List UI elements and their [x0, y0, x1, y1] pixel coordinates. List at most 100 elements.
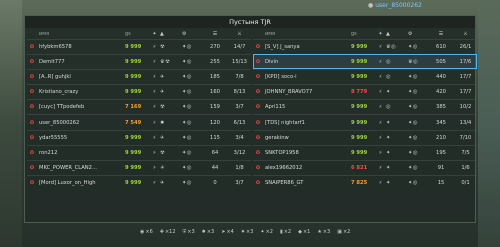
- gear-score: 9 999: [351, 44, 368, 51]
- player-name[interactable]: MKC_POWER_CLAN2...: [37, 165, 125, 171]
- table-row[interactable]: ✪ Kristiano_crazy 9 999 ⚡ ✈ ✦◎ 160 8/13: [27, 84, 251, 99]
- gear-score: 9 999: [351, 104, 368, 111]
- player-name[interactable]: [A..R] guhjkl: [37, 74, 125, 80]
- player-name[interactable]: JOHNNY_BRAVO77: [263, 89, 351, 95]
- gear-score: 9 999: [351, 149, 368, 156]
- right-team-table: имя GS ✦ ▲ ⚙ ☰ ⚔ ✪ [S_V] J_sanya 9 999 ⚡ ♛◎ ✦…: [253, 29, 477, 190]
- weapon-icon: ⚡: [378, 59, 383, 66]
- header-weapon-icon: ✦: [378, 31, 383, 37]
- player-score: 610: [436, 44, 446, 51]
- gear-score: 9 999: [125, 89, 142, 96]
- table-row[interactable]: ✪ SNKTOP1958 9 999 ⚡ ✦ ✦◎ 195 7/5: [253, 144, 477, 160]
- player-score: 64: [211, 149, 219, 156]
- player-name[interactable]: alex19662012: [263, 165, 351, 171]
- weapon-icon: ⚡: [152, 89, 157, 96]
- player-name[interactable]: Divin: [263, 59, 351, 65]
- module-icon: ✦◎: [182, 59, 192, 66]
- player-name[interactable]: [S_V] J_sanya: [263, 44, 351, 50]
- player-name[interactable]: [Mord] Luxor_on_High: [37, 180, 125, 186]
- header-score-icon: ☰: [212, 31, 218, 37]
- player-name[interactable]: user_85000262: [37, 120, 125, 126]
- table-row[interactable]: ✪ MKC_POWER_CLAN2... 9 999 ⚡ ☀ ✦◎ 44 1/8: [27, 159, 251, 175]
- kills-deaths: 7/8: [235, 74, 244, 81]
- gear-score: 6 821: [351, 164, 368, 171]
- table-row[interactable]: ✪ ydar55555 9 999 ⚡ ✈ ✦◎ 115 3/4: [27, 129, 251, 145]
- player-name[interactable]: Demit777: [37, 59, 125, 65]
- equipment-icon: ✈: [160, 134, 165, 141]
- gear-score: 9 999: [351, 134, 368, 141]
- table-row[interactable]: ✪ [A..R] guhjkl 9 999 ⚡ ✈ ✦◎ 185 7/8: [27, 69, 251, 84]
- equipment-icon: ◎: [386, 59, 392, 66]
- table-row[interactable]: ✪ [TDS] nightarf1 9 999 ⚡ ✦ ✦◎ 345 13/4: [253, 114, 477, 129]
- player-name[interactable]: SNAIPER86_GT: [263, 180, 351, 186]
- header-gs: GS: [351, 31, 357, 37]
- header-kd-icon: ⚔: [463, 31, 468, 37]
- player-name[interactable]: Apri115: [263, 104, 351, 110]
- equipment-icon: ☢: [160, 104, 166, 111]
- rank-star-icon: ✪: [255, 164, 261, 171]
- table-row[interactable]: ✪ [S_V] J_sanya 9 999 ⚡ ♛◎ ✦◎ 610 26/1: [253, 39, 477, 54]
- kills-deaths: 17/7: [459, 89, 472, 96]
- player-score: 385: [436, 104, 446, 111]
- player-name[interactable]: ron212: [37, 150, 125, 156]
- module-icon: ✦◎: [182, 134, 192, 141]
- table-row[interactable]: ✪ [KPD] soco-i 9 999 ⚡ ◎ ✦◎ 440 17/7: [253, 69, 477, 84]
- weapon-icon: ⚡: [152, 119, 157, 126]
- module-icon: ✦◎: [408, 149, 418, 156]
- kills-deaths: 3/4: [235, 134, 244, 141]
- bottom-stat-value: ×3: [246, 229, 254, 235]
- player-icon: ●: [368, 2, 374, 9]
- table-row[interactable]: ✪ alex19662012 6 821 ⚡ ✦ ✦◎ 91 1/6: [253, 159, 477, 175]
- player-score: 91: [437, 164, 445, 171]
- bottom-stat: ➤×4: [221, 229, 234, 235]
- player-name[interactable]: Kristiano_crazy: [37, 89, 125, 95]
- table-row[interactable]: ✪ user_85000262 7 549 ⚡ ✸ ✦◎ 120 6/13: [27, 114, 251, 129]
- gear-score: 9 999: [125, 149, 142, 156]
- player-name[interactable]: [TDS] nightarf1: [263, 120, 351, 126]
- header-module-icon: ⚙: [182, 31, 187, 37]
- kills-deaths: 26/1: [459, 44, 472, 51]
- table-row[interactable]: ✪ ron212 9 999 ⚡ ☢ ✦◎ 64 3/12: [27, 144, 251, 160]
- player-name[interactable]: SNKTOP1958: [263, 150, 351, 156]
- crystal-icon: ◆: [298, 229, 302, 235]
- bottom-stat-value: ×3: [206, 229, 215, 235]
- table-row[interactable]: ✪ Apri115 9 999 ⚡ ◎ ✦◎ 385 10/2: [253, 99, 477, 114]
- player-name[interactable]: hfybkm6578: [37, 44, 125, 50]
- kills-deaths: 3/7: [235, 179, 244, 186]
- table-row[interactable]: ✪ Divin 9 999 ⚡ ◎ ♛◎ 505 17/6: [253, 54, 477, 70]
- gear-score: 9 999: [125, 179, 142, 186]
- player-name[interactable]: [KPD] soco-i: [263, 74, 351, 80]
- table-row[interactable]: ✪ SNAIPER86_GT 7 825 ⚡ ✦ ✦◎ 15 0/1: [253, 174, 477, 190]
- player-score: 44: [211, 164, 219, 171]
- bottom-stat-value: ×2: [342, 229, 351, 235]
- table-row[interactable]: ✪ JOHNNY_BRAVO77 8 779 ⚡ ✦ ✦◎ 420 17/7: [253, 84, 477, 99]
- equipment-icon: ☢: [160, 44, 166, 51]
- player-name[interactable]: gerakinw: [263, 135, 351, 141]
- kills-deaths: 7/5: [461, 149, 470, 156]
- armor-icon: ⛨: [182, 229, 187, 235]
- bottom-stat-value: ×2: [283, 229, 292, 235]
- bottom-stat: ✦×2: [260, 229, 273, 235]
- player-name[interactable]: [cuyc] TTpodefeb: [37, 104, 125, 110]
- weapon-icon: ⚡: [378, 104, 383, 111]
- weapon-icon: ⚡: [152, 44, 157, 51]
- table-row[interactable]: ✪ Demit777 9 999 ⚡ ♛☢ ✦◎ 255 15/13: [27, 54, 251, 69]
- kills-deaths: 1/8: [235, 164, 244, 171]
- header-kd-icon: ⚔: [237, 31, 242, 37]
- player-name[interactable]: ydar55555: [37, 135, 125, 141]
- player-score: 185: [210, 74, 220, 81]
- header-score-icon: ☰: [438, 31, 444, 37]
- bottom-stat-value: ×3: [322, 229, 331, 235]
- table-row[interactable]: ✪ hfybkm6578 9 999 ⚡ ☢ ✦◎ 270 14/7: [27, 39, 251, 54]
- rank-star-icon: ✪: [255, 59, 261, 66]
- kills-deaths: 0/1: [461, 179, 470, 186]
- table-row[interactable]: ✪ gerakinw 9 999 ⚡ ✦ ✦◎ 210 7/10: [253, 129, 477, 145]
- table-row[interactable]: ✪ [Mord] Luxor_on_High 9 999 ⚡ ✈ ✦◎ 0 3/7: [27, 174, 251, 190]
- equipment-icon: ✦: [386, 134, 391, 141]
- table-row[interactable]: ✪ [cuyc] TTpodefeb 7 169 ⚡ ☢ ✦◎ 159 3/7: [27, 99, 251, 114]
- rank-star-icon: ✪: [29, 119, 35, 126]
- header-hull-icon: ▲: [160, 31, 165, 37]
- equipment-icon: ✈: [160, 74, 165, 81]
- damage-icon: ✸: [201, 229, 206, 235]
- weapon-icon: ⚡: [378, 44, 383, 51]
